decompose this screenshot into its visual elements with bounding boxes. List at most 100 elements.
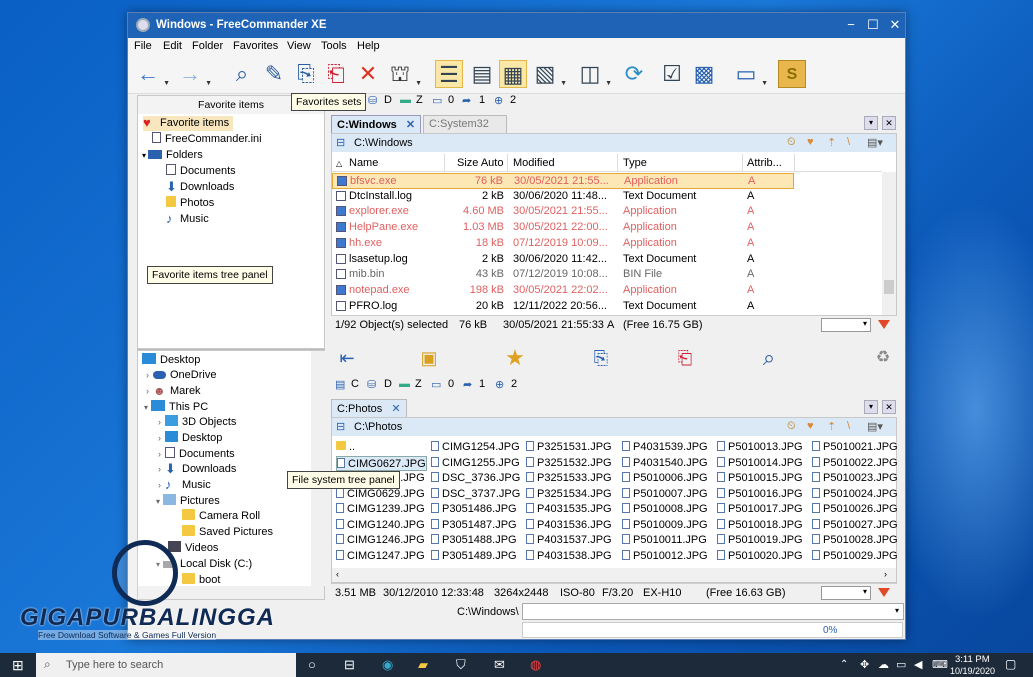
- mail-icon[interactable]: ✉: [494, 657, 505, 673]
- network-icon[interactable]: ➦: [462, 94, 471, 107]
- table-row[interactable]: DtcInstall.log 2 kB 30/06/2020 11:48... Tex…: [332, 189, 794, 205]
- file-item[interactable]: P3251533.JPG: [526, 471, 612, 486]
- file-item[interactable]: P3251531.JPG: [526, 440, 612, 455]
- favorite-items-root[interactable]: ♥ Favorite items: [143, 116, 234, 131]
- chevron-right-icon[interactable]: ›: [158, 464, 161, 474]
- menu-file[interactable]: File: [134, 40, 152, 52]
- close-panel-icon[interactable]: ✕: [882, 400, 896, 414]
- folder-menu-icon[interactable]: ▤▾: [867, 136, 883, 149]
- thumbnail-view-icon[interactable]: ▧ ▼: [531, 60, 567, 88]
- desktop-count[interactable]: 0: [448, 94, 454, 106]
- drive-d-icon[interactable]: ⛁: [368, 94, 377, 107]
- table-row[interactable]: notepad.exe 198 kB 30/05/2021 22:02... Appl…: [332, 283, 794, 299]
- desktop-shortcut-icon[interactable]: ▭: [431, 378, 441, 391]
- chevron-right-icon[interactable]: ›: [158, 480, 161, 490]
- title-bar[interactable]: Windows - FreeCommander XE − ☐ ✕: [128, 13, 905, 38]
- filter-funnel-icon[interactable]: [878, 588, 890, 597]
- maximize-button[interactable]: ☐: [862, 16, 884, 34]
- file-item[interactable]: CIMG1247.JPG: [336, 549, 425, 564]
- tree-node-pictures[interactable]: ▾ Pictures: [156, 494, 220, 509]
- network-tray-icon[interactable]: ▭: [896, 658, 906, 671]
- root-folder-icon[interactable]: \: [847, 420, 850, 432]
- edge-browser-icon[interactable]: ◉: [382, 657, 393, 673]
- file-item[interactable]: P5010027.JPG: [812, 518, 898, 533]
- chevron-right-icon[interactable]: ›: [158, 417, 161, 427]
- favorite-item[interactable]: ⬇ Downloads: [166, 180, 234, 195]
- file-item[interactable]: DSC_3737.JPG: [431, 487, 520, 502]
- chevron-down-icon[interactable]: ▾: [142, 151, 146, 160]
- file-item[interactable]: P3251532.JPG: [526, 456, 612, 471]
- grid-icon[interactable]: ▩: [690, 60, 718, 88]
- tab-menu-icon[interactable]: ▾: [864, 400, 878, 414]
- file-item[interactable]: P5010009.JPG: [622, 518, 708, 533]
- file-item[interactable]: P5010014.JPG: [717, 456, 803, 471]
- drive-z-icon[interactable]: ▬: [400, 94, 411, 106]
- chevron-right-icon[interactable]: ›: [146, 370, 149, 380]
- command-input[interactable]: ▾: [522, 603, 904, 620]
- parent-dir-item[interactable]: ..: [336, 440, 355, 455]
- history-icon[interactable]: ⏲: [787, 136, 796, 149]
- sync-panels-icon[interactable]: ⇤: [333, 344, 361, 372]
- menu-edit[interactable]: Edit: [163, 40, 182, 52]
- close-tab-icon[interactable]: ✕: [391, 403, 400, 415]
- panel-layout-icon[interactable]: ◫ ▼: [576, 60, 612, 88]
- globe-count[interactable]: 2: [511, 378, 517, 390]
- drive-d-icon[interactable]: ⛁: [367, 378, 376, 391]
- filter-funnel-icon[interactable]: [878, 320, 890, 329]
- forward-arrow-icon[interactable]: → ▼: [176, 60, 212, 88]
- col-modified[interactable]: Modified: [513, 157, 555, 169]
- close-tab-icon[interactable]: ✕: [406, 119, 415, 131]
- dropbox-icon[interactable]: ✥: [860, 658, 869, 671]
- col-name[interactable]: Name: [349, 157, 378, 169]
- root-folder-icon[interactable]: \: [847, 136, 850, 148]
- file-item[interactable]: CIMG1240.JPG: [336, 518, 425, 533]
- file-item[interactable]: P5010013.JPG: [717, 440, 803, 455]
- onedrive-tray-icon[interactable]: ☁: [878, 658, 889, 671]
- menu-view[interactable]: View: [287, 40, 311, 52]
- binoculars-icon[interactable]: ⛫ ▼: [386, 60, 422, 88]
- file-item[interactable]: P5010022.JPG: [812, 456, 898, 471]
- file-item[interactable]: P4031537.JPG: [526, 533, 612, 548]
- network-icon[interactable]: ➦: [463, 378, 472, 391]
- col-size[interactable]: Size Auto: [457, 157, 503, 169]
- clock-date[interactable]: 10/19/2020: [950, 666, 995, 676]
- menu-tools[interactable]: Tools: [321, 40, 347, 52]
- notifications-icon[interactable]: ▢: [1005, 657, 1016, 671]
- top-scrollbar[interactable]: [882, 172, 896, 324]
- favorite-item[interactable]: ♪ Music: [166, 212, 209, 227]
- table-row[interactable]: HelpPane.exe 1.03 MB 30/05/2021 22:00... Ap…: [332, 220, 794, 236]
- delete-icon[interactable]: ✕: [354, 60, 382, 88]
- table-row[interactable]: hh.exe 18 kB 07/12/2019 10:09... Applicatio…: [332, 236, 794, 252]
- chevron-down-icon[interactable]: ▾: [156, 497, 160, 506]
- file-item[interactable]: DSC_3736.JPG: [431, 471, 520, 486]
- file-item[interactable]: P3251534.JPG: [526, 487, 612, 502]
- file-item[interactable]: P5010012.JPG: [622, 549, 708, 564]
- volume-icon[interactable]: ◀: [914, 658, 922, 671]
- tree-node-documents[interactable]: › Documents: [158, 447, 235, 462]
- tab-photos[interactable]: C:Photos ✕: [331, 399, 407, 417]
- tree-node-saved-pictures[interactable]: Saved Pictures: [182, 525, 273, 540]
- search-icon[interactable]: ⌕: [228, 60, 256, 88]
- file-item[interactable]: P5010023.JPG: [812, 471, 898, 486]
- tree-node-this-pc[interactable]: ▾ This PC: [144, 400, 208, 415]
- tree-node-camera-roll[interactable]: Camera Roll: [182, 509, 260, 524]
- tree-node-downloads[interactable]: › ⬇ Downloads: [158, 462, 236, 477]
- chrome-icon[interactable]: ◍: [530, 657, 541, 673]
- tab-windows[interactable]: C:Windows ✕: [331, 115, 422, 133]
- keyboard-icon[interactable]: ⌨: [932, 658, 948, 671]
- menu-folder[interactable]: Folder: [192, 40, 223, 52]
- tree-node-videos[interactable]: Videos: [168, 541, 218, 556]
- scroll-right-icon[interactable]: ›: [884, 569, 887, 579]
- file-item[interactable]: P5010019.JPG: [717, 533, 803, 548]
- network-count[interactable]: 1: [479, 378, 485, 390]
- chevron-right-icon[interactable]: ›: [146, 386, 149, 396]
- table-row[interactable]: bfsvc.exe 76 kB 30/05/2021 21:55... Applica…: [332, 173, 794, 189]
- tab-system32[interactable]: C:System32: [423, 115, 507, 133]
- file-item[interactable]: P5010020.JPG: [717, 549, 803, 564]
- file-item[interactable]: P5010006.JPG: [622, 471, 708, 486]
- checklist-icon[interactable]: ☑: [658, 60, 686, 88]
- file-item[interactable]: P5010011.JPG: [622, 533, 707, 548]
- move-icon[interactable]: ⎗: [322, 60, 350, 88]
- scroll-left-icon[interactable]: ‹: [336, 569, 339, 579]
- col-type[interactable]: Type: [623, 157, 647, 169]
